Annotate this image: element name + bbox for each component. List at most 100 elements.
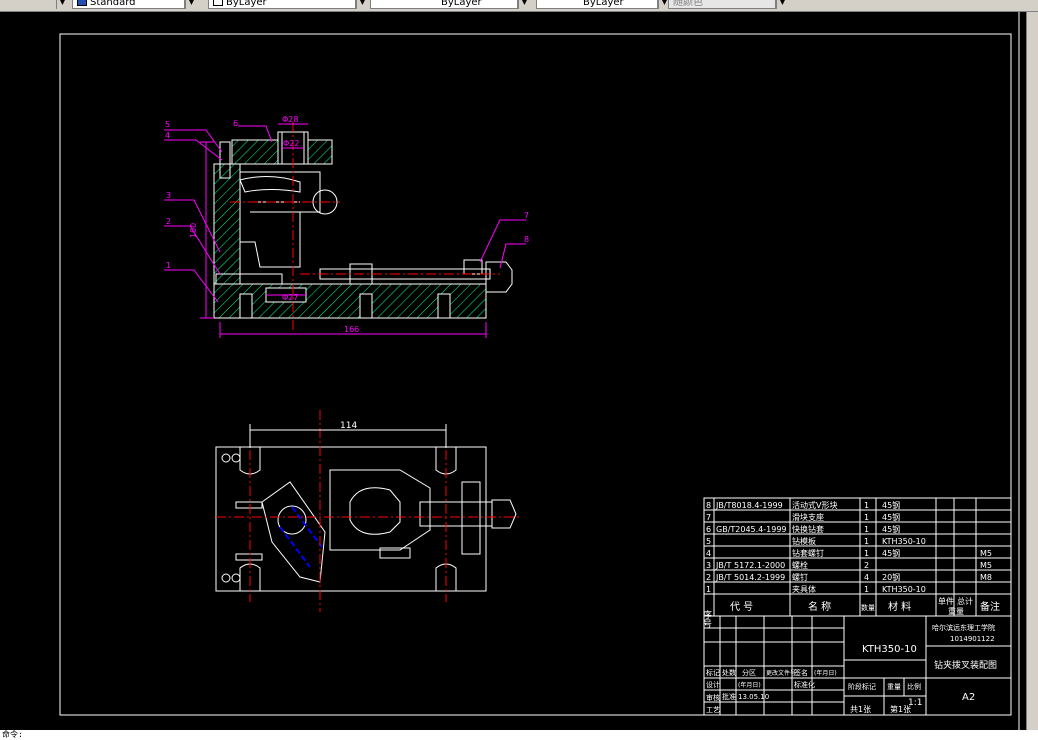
tb-row-label-review: 审核 — [706, 693, 720, 702]
callout-2: 2 — [166, 217, 171, 226]
bom-cell-note: M8 — [980, 573, 992, 582]
dim-bore: Φ27 — [282, 293, 298, 302]
chevron-down-icon[interactable]: ▼ — [776, 0, 788, 9]
plotstyle-select[interactable]: 随颜色 — [668, 0, 776, 9]
chevron-down-icon[interactable]: ▼ — [56, 0, 68, 9]
bom-cell-no: 2 — [706, 573, 711, 582]
tb-date: 13.05.10 — [738, 693, 769, 701]
screw-plan-1 — [235, 501, 263, 509]
bom-cell-no: 4 — [706, 549, 711, 558]
support-nut — [463, 259, 483, 275]
hole-tl-1 — [221, 453, 231, 463]
tb-scale-label: 比例 — [907, 682, 921, 691]
bom-cell-no: 1 — [706, 585, 711, 594]
tb-col-count: 处数 — [722, 668, 736, 677]
lineweight-select[interactable]: ByLayer — [536, 0, 658, 9]
chevron-down-icon[interactable]: ▼ — [356, 0, 368, 9]
chevron-down-icon[interactable]: ▼ — [518, 0, 530, 9]
tb-row-label-design: 设计 — [706, 680, 720, 689]
title-block: 标记 设计 审核 工艺 处数 分区 更改文件号 签名 (年月日) (年月日) 标… — [703, 615, 1012, 716]
tb-total-sheets: 共1张 — [850, 705, 871, 714]
tb-weight-label: 重量 — [887, 683, 901, 691]
bom-cell-qty: 1 — [864, 525, 869, 534]
slide-plan — [419, 501, 493, 527]
bom-cell-qty: 2 — [864, 561, 869, 570]
callout-8: 8 — [524, 235, 529, 244]
drawing-canvas[interactable]: Φ28 Φ22 100 Φ27 166 5 4 6 3 2 1 7 8 114 … — [0, 12, 1026, 730]
bom-cell-qty: 1 — [864, 501, 869, 510]
bom-cell-material: 45钢 — [882, 500, 900, 510]
vertical-scrollbar[interactable] — [1026, 12, 1038, 730]
support-plan — [461, 481, 481, 555]
tb-design-date: (年月日) — [738, 681, 761, 689]
bom-cell-material: 45钢 — [882, 524, 900, 534]
tb-col-zone: 分区 — [742, 668, 756, 677]
bom-cell-code: JB/T8018.4-1999 — [715, 501, 783, 510]
callout-7: 7 — [524, 211, 529, 220]
callout-1: 1 — [166, 261, 171, 270]
bom-cell-name: 快换钻套 — [792, 524, 824, 534]
bom-cell-material: KTH350-10 — [882, 537, 926, 546]
dim-height: 100 — [189, 223, 198, 238]
bom-cell-code: JB/T 5014.2-1999 — [715, 573, 785, 582]
callout-6: 6 — [233, 119, 238, 128]
bom-cell-name: 钻套螺钉 — [792, 548, 824, 558]
bom-cell-qty: 1 — [864, 549, 869, 558]
bom-cell-qty: 1 — [864, 513, 869, 522]
tb-stage-label: 阶段标记 — [848, 682, 876, 691]
dim-width: 166 — [344, 325, 359, 334]
hole-bl-2 — [231, 573, 241, 583]
bom-cell-code: GB/T2045.4-1999 — [716, 525, 787, 534]
bom-cell-no: 7 — [706, 513, 711, 522]
text-style-select[interactable]: Standard — [72, 0, 185, 9]
fork-plan — [349, 487, 401, 535]
tb-school: 哈尔滨远东理工学院 — [932, 623, 995, 632]
hole-tl-2 — [231, 453, 241, 463]
bom-header-weight: 重量 — [948, 606, 964, 616]
bom-cell-no: 6 — [706, 525, 711, 534]
knob-plan — [491, 499, 517, 529]
callout-3: 3 — [166, 191, 171, 200]
chevron-down-icon[interactable]: ▼ — [185, 0, 197, 9]
tb-sheet-no: 第1张 — [890, 704, 911, 714]
plan-view: 114 — [215, 410, 520, 612]
bom-cell-no: 5 — [706, 537, 711, 546]
color-swatch-icon — [213, 0, 223, 6]
dim-plan: 114 — [340, 421, 357, 431]
body-upright — [213, 163, 241, 285]
tb-col-sign: 签名 — [794, 668, 808, 677]
bom-header-unit: 单件 — [938, 596, 954, 606]
tb-approve: 批准 — [722, 692, 736, 701]
bom-cell-name: 滑块支座 — [792, 512, 824, 522]
bom-cell-material: 20钢 — [882, 572, 900, 582]
tb-row-label-process: 工艺 — [706, 706, 720, 714]
bom-header-note: 备注 — [980, 600, 1000, 613]
bom-cell-name: 夹具体 — [792, 584, 816, 594]
bom-header-no: 序号 — [701, 609, 712, 629]
bom-cell-no: 8 — [706, 501, 711, 510]
linetype-select[interactable]: ByLayer — [370, 0, 518, 9]
bom-cell-code: JB/T 5172.1-2000 — [715, 561, 785, 570]
bom-cell-note: M5 — [980, 549, 992, 558]
tb-student-no: 1014901122 — [950, 635, 995, 643]
bom-cell-no: 3 — [706, 561, 711, 570]
bom-cell-material: 45钢 — [882, 512, 900, 522]
tb-row-label-mark: 标记 — [706, 668, 720, 677]
command-line[interactable]: 命令: — [0, 730, 1038, 740]
text-style-icon — [77, 0, 87, 6]
sheet-outer-border — [59, 33, 1012, 716]
bom-header-code: 代 号 — [730, 601, 753, 613]
base-screw-mid — [359, 293, 373, 319]
bom-cell-name: 螺栓 — [792, 560, 808, 570]
bom-header-name: 名 称 — [808, 600, 831, 613]
tb-std-label: 标准化 — [794, 680, 815, 689]
bom-rows: 8 JB/T8018.4-1999 活动式V形块 1 45钢 7 滑块支座 1 45钢 6 GB/T… — [704, 500, 1011, 595]
layer-select[interactable]: ByLayer — [208, 0, 356, 9]
bom-cell-qty: 4 — [864, 573, 869, 582]
tb-col-change: 更改文件号 — [766, 669, 796, 677]
tb-col-date: (年月日) — [814, 669, 837, 677]
front-view: Φ28 Φ22 100 Φ27 166 5 4 6 3 2 1 7 8 — [164, 115, 529, 338]
workpiece-plan — [261, 481, 326, 583]
bom-cell-name: 钻模板 — [792, 536, 816, 546]
callout-4: 4 — [165, 131, 170, 140]
